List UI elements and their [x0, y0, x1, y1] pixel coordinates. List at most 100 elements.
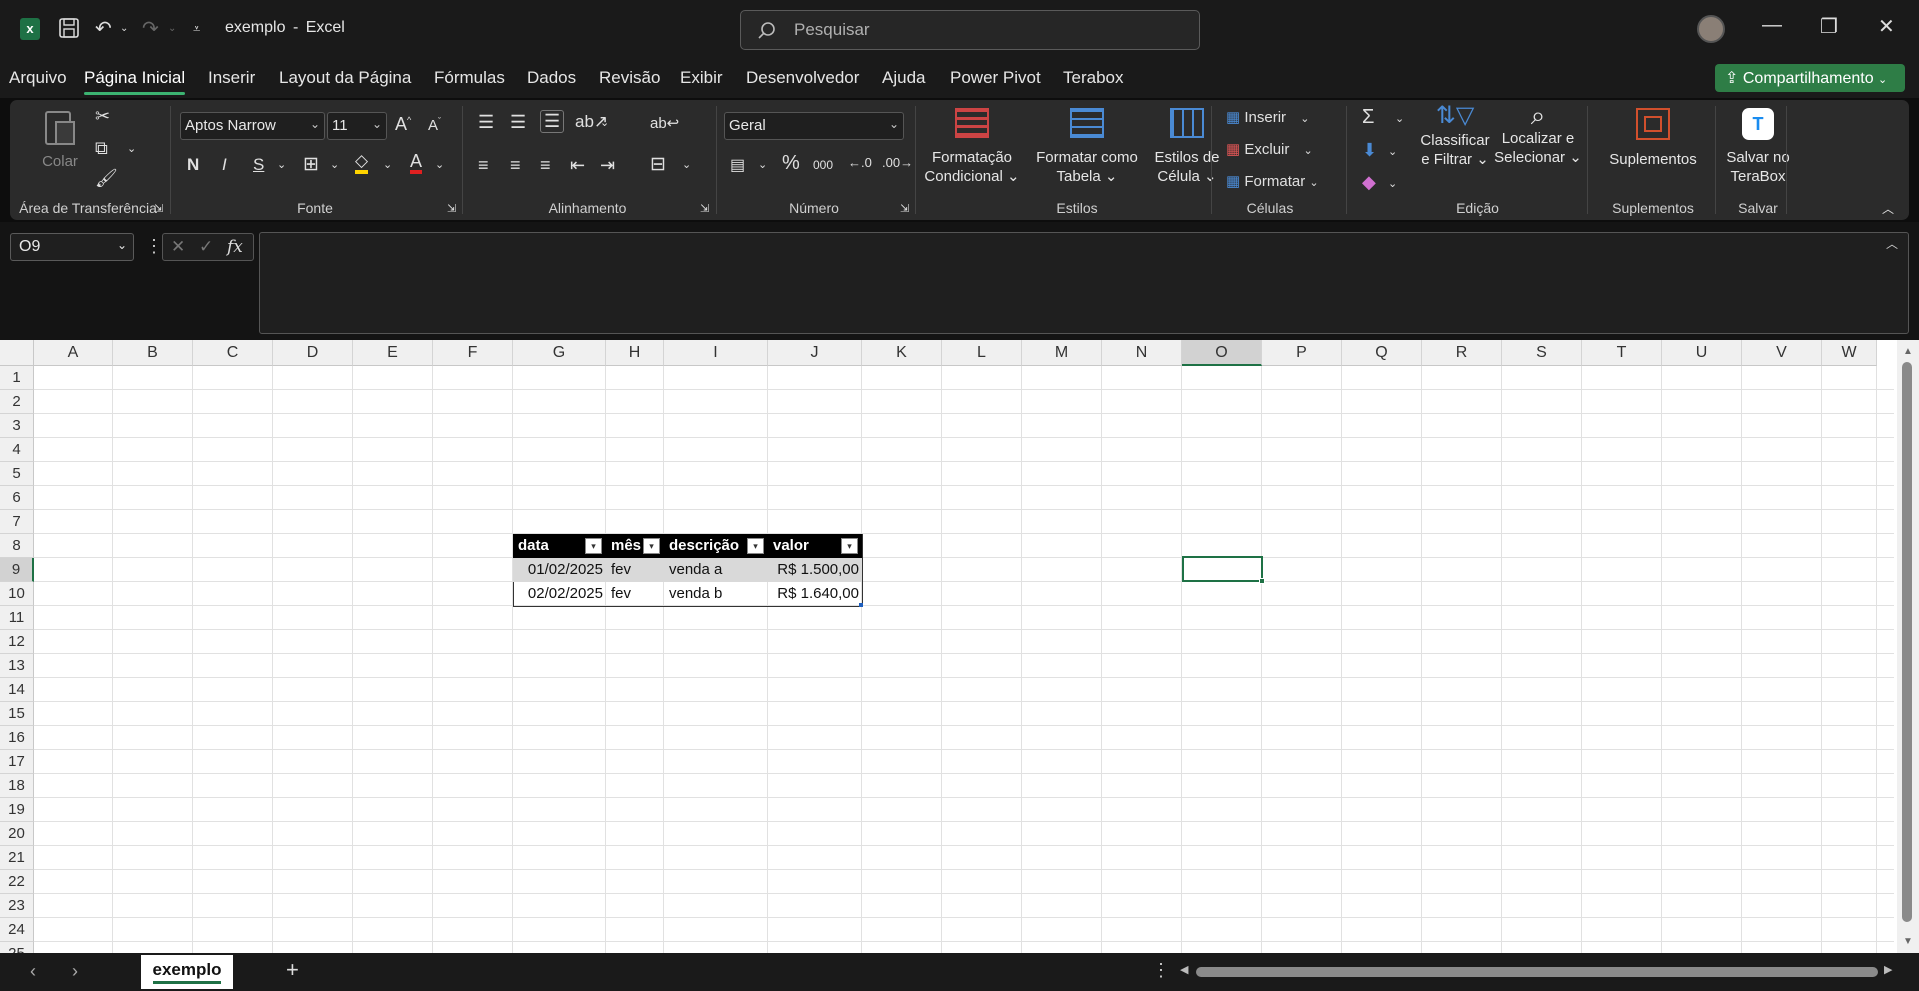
column-header-f[interactable]: F — [433, 340, 513, 366]
copy-icon[interactable]: ⧉ — [95, 138, 108, 159]
sort-filter-button[interactable]: ⇅▽ Classificar e Filtrar ⌄ — [1415, 104, 1495, 169]
scroll-up-icon[interactable]: ▲ — [1903, 346, 1913, 357]
tab-power-pivot[interactable]: Power Pivot — [950, 68, 1041, 88]
more-options-icon[interactable]: ⋮ — [145, 236, 163, 257]
search-box[interactable]: Pesquisar — [740, 10, 1200, 50]
column-header-i[interactable]: I — [664, 340, 768, 366]
delete-cells-button[interactable]: ▦ Excluir ⌄ — [1226, 140, 1313, 158]
accounting-dropdown-icon[interactable]: ⌄ — [758, 158, 767, 171]
filter-dropdown-icon[interactable]: ▾ — [643, 538, 660, 554]
decrease-font-icon[interactable]: Aˇ — [428, 116, 441, 134]
column-header-v[interactable]: V — [1742, 340, 1822, 366]
column-header-u[interactable]: U — [1662, 340, 1742, 366]
font-color-icon[interactable]: A — [410, 152, 423, 174]
tab-desenvolvedor[interactable]: Desenvolvedor — [746, 68, 859, 88]
align-right-icon[interactable]: ≡ — [540, 155, 551, 176]
fill-dropdown-icon[interactable]: ⌄ — [1388, 145, 1397, 158]
column-header-k[interactable]: K — [862, 340, 942, 366]
row-header-21[interactable]: 21 — [0, 846, 34, 870]
collapse-formula-bar-icon[interactable]: ︿ — [1886, 235, 1898, 252]
close-icon[interactable]: ✕ — [1878, 14, 1895, 39]
column-header-d[interactable]: D — [273, 340, 353, 366]
column-header-n[interactable]: N — [1102, 340, 1182, 366]
dialog-launcher-icon[interactable]: ⇲ — [447, 202, 456, 215]
column-header-a[interactable]: A — [34, 340, 113, 366]
table-cell[interactable]: fev — [606, 582, 664, 606]
addins-button[interactable]: Suplementos — [1598, 108, 1708, 169]
save-icon[interactable] — [58, 17, 80, 45]
column-header-o[interactable]: O — [1182, 340, 1262, 366]
row-header-5[interactable]: 5 — [0, 462, 34, 486]
number-format-select[interactable]: Geral ⌄ — [724, 112, 904, 140]
format-painter-icon[interactable]: 🖌 — [95, 168, 118, 189]
underline-dropdown-icon[interactable]: ⌄ — [277, 158, 286, 171]
column-header-c[interactable]: C — [193, 340, 273, 366]
tab-pagina-inicial[interactable]: Página Inicial — [84, 68, 186, 95]
font-name-select[interactable]: Aptos Narrow ⌄ — [180, 112, 325, 140]
name-box[interactable]: O9 ⌄ — [10, 233, 134, 261]
restore-icon[interactable]: ❐ — [1820, 14, 1838, 39]
column-header-e[interactable]: E — [353, 340, 433, 366]
minimize-icon[interactable]: — — [1762, 14, 1782, 37]
row-header-13[interactable]: 13 — [0, 654, 34, 678]
row-header-22[interactable]: 22 — [0, 870, 34, 894]
table-cell[interactable]: R$ 1.640,00 — [768, 582, 862, 606]
merge-dropdown-icon[interactable]: ⌄ — [682, 158, 691, 171]
row-header-3[interactable]: 3 — [0, 414, 34, 438]
filter-dropdown-icon[interactable]: ▾ — [747, 538, 764, 554]
clear-dropdown-icon[interactable]: ⌄ — [1388, 177, 1397, 190]
borders-dropdown-icon[interactable]: ⌄ — [330, 158, 339, 171]
bold-button[interactable]: N — [187, 155, 199, 175]
copy-dropdown-icon[interactable]: ⌄ — [127, 142, 136, 155]
row-header-7[interactable]: 7 — [0, 510, 34, 534]
table-cell[interactable]: 02/02/2025 — [513, 582, 606, 606]
align-left-icon[interactable]: ≡ — [478, 155, 489, 176]
dialog-launcher-icon[interactable]: ⇲ — [900, 202, 909, 215]
row-header-17[interactable]: 17 — [0, 750, 34, 774]
paste-button[interactable]: Colar — [40, 108, 80, 178]
italic-button[interactable]: I — [222, 155, 227, 175]
increase-indent-icon[interactable]: ⇥ — [600, 155, 615, 176]
column-header-h[interactable]: H — [606, 340, 664, 366]
column-header-l[interactable]: L — [942, 340, 1022, 366]
orientation-dropdown-icon[interactable]: ⌄ — [600, 116, 609, 129]
table-cell[interactable]: 01/02/2025 — [513, 558, 606, 582]
format-as-table-button[interactable]: Formatar como Tabela ⌄ — [1027, 108, 1147, 186]
dialog-launcher-icon[interactable]: ⇲ — [154, 202, 163, 215]
row-header-9[interactable]: 9 — [0, 558, 34, 582]
align-middle-icon[interactable]: ☰ — [510, 112, 526, 133]
horizontal-scrollbar[interactable] — [1196, 967, 1878, 977]
prev-sheet-icon[interactable]: ‹ — [30, 961, 36, 982]
thousands-button[interactable]: 000 — [813, 158, 833, 172]
column-header-m[interactable]: M — [1022, 340, 1102, 366]
accounting-format-icon[interactable]: ▤ — [730, 155, 745, 175]
tab-revisao[interactable]: Revisão — [599, 68, 660, 88]
row-header-24[interactable]: 24 — [0, 918, 34, 942]
avatar[interactable] — [1697, 15, 1725, 43]
row-header-14[interactable]: 14 — [0, 678, 34, 702]
row-header-8[interactable]: 8 — [0, 534, 34, 558]
table-cell[interactable]: venda b — [664, 582, 768, 606]
selected-cell-O9[interactable] — [1182, 556, 1263, 582]
undo-dropdown-icon[interactable]: ⌄ — [120, 17, 128, 41]
font-size-select[interactable]: 11 ⌄ — [327, 112, 387, 140]
tab-ajuda[interactable]: Ajuda — [882, 68, 925, 88]
cut-icon[interactable]: ✂ — [95, 106, 110, 127]
fill-color-icon[interactable]: ◇ — [355, 152, 369, 174]
fill-icon[interactable]: ⬇ — [1362, 140, 1377, 161]
tab-formulas[interactable]: Fórmulas — [434, 68, 505, 88]
column-header-s[interactable]: S — [1502, 340, 1582, 366]
tab-dados[interactable]: Dados — [527, 68, 576, 88]
column-header-g[interactable]: G — [513, 340, 606, 366]
column-header-r[interactable]: R — [1422, 340, 1502, 366]
autosum-dropdown-icon[interactable]: ⌄ — [1395, 112, 1404, 125]
tab-layout[interactable]: Layout da Página — [279, 68, 411, 88]
font-color-dropdown-icon[interactable]: ⌄ — [435, 158, 444, 171]
find-select-button[interactable]: ⌕ Localizar e Selecionar ⌄ — [1493, 102, 1583, 167]
next-sheet-icon[interactable]: › — [72, 961, 78, 982]
align-center-icon[interactable]: ≡ — [510, 155, 521, 176]
row-header-2[interactable]: 2 — [0, 390, 34, 414]
autosum-icon[interactable]: Σ — [1362, 106, 1374, 129]
insert-function-icon[interactable]: fx — [227, 237, 243, 257]
tab-arquivo[interactable]: Arquivo — [9, 68, 67, 88]
